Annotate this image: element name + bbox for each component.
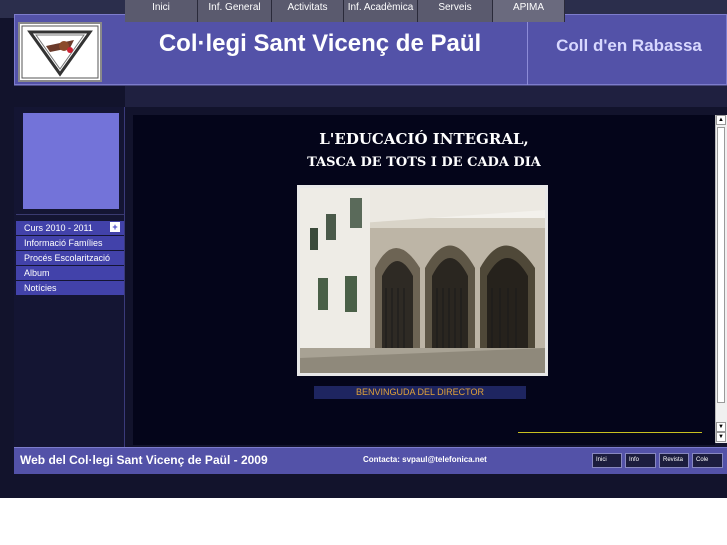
menu-item-curs[interactable]: Curs 2010 - 2011	[16, 221, 124, 235]
scroll-down-end-icon[interactable]: ▼	[716, 432, 726, 442]
nav-item-inici[interactable]: Inici	[125, 0, 198, 22]
nav-item-inf-general[interactable]: Inf. General	[198, 0, 272, 22]
nav-item-inf-academica[interactable]: Inf. Acadèmica	[344, 0, 418, 22]
nav-item-apima[interactable]: APIMA	[493, 0, 565, 22]
menu-item-informacio-families[interactable]: Informació Famílies	[16, 236, 124, 250]
menu-item-proces-escolaritzacio[interactable]: Procés Escolarització	[16, 251, 124, 265]
footer-button-revista[interactable]: Revista	[659, 453, 689, 468]
menu-item-noticies[interactable]: Notícies	[16, 281, 124, 295]
sidebar-divider	[16, 214, 124, 215]
scroll-up-icon[interactable]: ▲	[716, 115, 726, 125]
footer-site-name: Web del Col·legi Sant Vicenç de Paül - 2…	[20, 453, 268, 467]
headline-line-1: L'EDUCACIÓ INTEGRAL,	[319, 130, 529, 148]
nav-item-activitats[interactable]: Activitats	[272, 0, 344, 22]
menu-item-album[interactable]: Album	[16, 266, 124, 280]
footer-button-inici[interactable]: Inici	[592, 453, 622, 468]
footer-contact[interactable]: Contacta: svpaul@telefonica.net	[363, 455, 487, 464]
school-building-image	[300, 188, 545, 373]
nav-item-serveis[interactable]: Serveis	[418, 0, 493, 22]
scroll-thumb[interactable]	[717, 127, 725, 403]
plus-icon[interactable]: +	[110, 222, 120, 232]
footer-button-cole[interactable]: Cole	[692, 453, 723, 468]
school-logo-icon	[21, 25, 99, 79]
nav-spacer	[14, 85, 125, 107]
site-title: Col·legi Sant Vicenç de Paül	[158, 30, 482, 57]
page-canvas: Col·legi Sant Vicenç de Paül Coll d'en R…	[0, 0, 727, 545]
content-divider	[518, 432, 702, 433]
welcome-director-link[interactable]: BENVINGUDA DEL DIRECTOR	[314, 386, 526, 399]
school-logo[interactable]	[18, 22, 102, 82]
header-divider	[527, 14, 528, 85]
headline-line-2: TASCA DE TOTS I DE CADA DIA	[307, 155, 541, 170]
footer-button-info[interactable]: Info	[625, 453, 656, 468]
main-nav	[125, 85, 727, 107]
site-subtitle: Coll d'en Rabassa	[556, 36, 702, 55]
scroll-down-icon[interactable]: ▼	[716, 422, 726, 432]
school-photo	[297, 185, 548, 376]
sidebar-image	[23, 113, 119, 209]
